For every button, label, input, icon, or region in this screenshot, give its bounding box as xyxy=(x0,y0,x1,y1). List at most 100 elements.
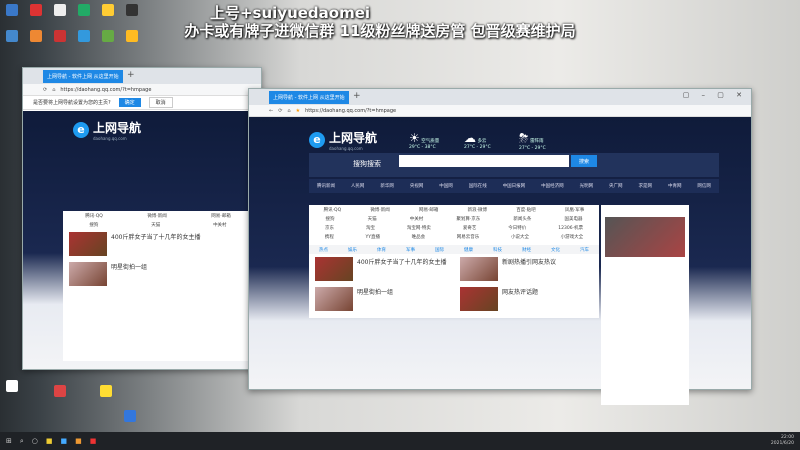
site-link[interactable]: 天猫 xyxy=(368,216,377,222)
site-link[interactable]: 国美电器 xyxy=(564,216,582,222)
subnav-link[interactable]: 央视网 xyxy=(410,183,424,189)
desktop-icon[interactable] xyxy=(6,4,18,16)
news-tab[interactable]: 科技 xyxy=(493,247,502,253)
subnav-link[interactable]: 网信网 xyxy=(697,183,711,189)
subnav-link[interactable]: 国际在线 xyxy=(469,183,487,189)
site-link[interactable]: 淘宝 xyxy=(366,225,375,231)
system-clock[interactable]: 22:00 2021/6/20 xyxy=(771,435,794,447)
desktop-icon[interactable] xyxy=(54,4,66,16)
site-link[interactable]: 百度·贴吧 xyxy=(516,207,535,213)
subnav-link[interactable]: 中国经济网 xyxy=(541,183,564,189)
cancel-button[interactable]: 取消 xyxy=(148,97,173,108)
site-logo[interactable]: e 上网导航 daohang.qq.com xyxy=(73,119,141,141)
site-link[interactable]: 携程 xyxy=(325,234,334,240)
new-tab-button[interactable]: + xyxy=(353,91,361,101)
site-link[interactable]: 新浪·微博 xyxy=(468,207,487,213)
site-logo[interactable]: e 上网导航 daohang.qq.com xyxy=(309,129,377,151)
address-bar[interactable]: https://daohang.qq.com/?t=hmpage xyxy=(305,108,396,114)
desktop-icon[interactable] xyxy=(54,30,66,42)
news-tab[interactable]: 财经 xyxy=(522,247,531,253)
site-link[interactable]: 今日特价 xyxy=(508,225,526,231)
weather-tomorrow[interactable]: ☁ 多云 27°C - 29°C xyxy=(464,131,491,150)
subnav-link[interactable]: 腾讯新闻 xyxy=(317,183,335,189)
desktop-icon[interactable] xyxy=(6,380,18,392)
subnav-link[interactable]: 光明网 xyxy=(580,183,594,189)
site-link[interactable]: 小游戏大全 xyxy=(561,234,584,240)
desktop-icon[interactable] xyxy=(78,4,90,16)
site-link[interactable]: 唯品会 xyxy=(412,234,426,240)
subnav-link[interactable]: 新华网 xyxy=(380,183,394,189)
news-tab[interactable]: 汽车 xyxy=(580,247,589,253)
desktop-icon[interactable] xyxy=(54,385,66,397)
site-link[interactable]: 爱奇艺 xyxy=(463,225,477,231)
site-link[interactable]: 凤凰·军事 xyxy=(565,207,584,213)
window-controls[interactable]: ▢ – ▢ ✕ xyxy=(683,91,747,99)
desktop-icon[interactable] xyxy=(102,30,114,42)
news-tab[interactable]: 国际 xyxy=(435,247,444,253)
news-item[interactable]: 网友热评话题 xyxy=(454,284,599,314)
browser-window-front[interactable]: 上网导航 - 软件上网 从这里开始 + ▢ – ▢ ✕ ← ⟳ ⌂ ★ https://da… xyxy=(248,88,752,405)
subnav-link[interactable]: 中国网 xyxy=(439,183,453,189)
news-tab[interactable]: 健康 xyxy=(464,247,473,253)
news-item[interactable]: 明星街拍一组 xyxy=(309,284,454,314)
site-link[interactable]: 微博·新闻 xyxy=(370,207,389,213)
desktop-icon[interactable] xyxy=(102,4,114,16)
news-item[interactable]: 新剧热播引网友热议 xyxy=(454,254,599,284)
site-link[interactable]: 网易·邮箱 xyxy=(419,207,438,213)
reload-icon[interactable]: ⟳ xyxy=(43,87,47,93)
desktop-icon[interactable] xyxy=(78,30,90,42)
browser-window-back[interactable]: 上网导航 - 软件上网 从这里开始 + ⟳ ⌂ https://daohang.qq.… xyxy=(22,67,262,370)
site-link[interactable]: 中关村 xyxy=(410,216,424,222)
back-icon[interactable]: ← xyxy=(269,108,273,114)
desktop-icon[interactable] xyxy=(100,385,112,397)
search-icon[interactable]: ⌕ xyxy=(20,437,24,446)
site-link[interactable]: 小说大全 xyxy=(511,234,529,240)
weather-today[interactable]: ☀ 空气质量 29°C - 38°C xyxy=(409,131,439,150)
address-bar[interactable]: https://daohang.qq.com/?t=hmpage xyxy=(60,87,151,93)
search-input[interactable] xyxy=(399,155,569,167)
news-item[interactable]: 400斤胖女子当了十几年的女主播 xyxy=(309,254,454,284)
search-button[interactable]: 搜索 xyxy=(571,155,597,167)
news-tab[interactable]: 体育 xyxy=(377,247,386,253)
featured-image[interactable] xyxy=(605,217,685,257)
subnav-link[interactable]: 人民网 xyxy=(351,183,365,189)
desktop-icon[interactable] xyxy=(30,30,42,42)
star-icon[interactable]: ★ xyxy=(296,108,300,114)
site-link[interactable]: 网易云音乐 xyxy=(457,234,480,240)
home-icon[interactable]: ⌂ xyxy=(52,87,55,93)
app-icon[interactable]: ■ xyxy=(90,437,97,445)
subnav-link[interactable]: 央广网 xyxy=(609,183,623,189)
subnav-link[interactable]: 中国日报网 xyxy=(503,183,526,189)
news-tab[interactable]: 娱乐 xyxy=(348,247,357,253)
site-link[interactable]: 新闻头条 xyxy=(513,216,531,222)
weather-day-after[interactable]: ⛈ 雷阵雨 27°C - 29°C xyxy=(519,131,546,151)
browser-tab[interactable]: 上网导航 - 软件上网 从这里开始 xyxy=(43,70,123,83)
desktop-icon[interactable] xyxy=(6,30,18,42)
desktop-icon[interactable] xyxy=(30,4,42,16)
site-link[interactable]: 淘宝网·特卖 xyxy=(407,225,431,231)
subnav-link[interactable]: 中青网 xyxy=(668,183,682,189)
site-link[interactable]: 搜狗 xyxy=(326,216,335,222)
file-explorer-icon[interactable]: ■ xyxy=(46,437,53,445)
search-engine-label[interactable]: 搜狗搜索 xyxy=(353,159,381,169)
news-tab[interactable]: 军事 xyxy=(406,247,415,253)
desktop-icon[interactable] xyxy=(126,4,138,16)
site-link[interactable]: 聚划算·京东 xyxy=(456,216,480,222)
site-link[interactable]: 12306·机票 xyxy=(558,225,583,231)
site-link[interactable]: 腾讯·QQ xyxy=(324,207,342,213)
browser-tab[interactable]: 上网导航 - 软件上网 从这里开始 xyxy=(269,91,349,104)
site-link[interactable]: YY直播 xyxy=(365,234,380,240)
site-link[interactable]: 京东 xyxy=(325,225,334,231)
desktop-icon[interactable] xyxy=(124,410,136,422)
reload-icon[interactable]: ⟳ xyxy=(278,108,282,114)
subnav-link[interactable]: 求是网 xyxy=(639,183,653,189)
task-view-icon[interactable]: ○ xyxy=(32,437,38,445)
new-tab-button[interactable]: + xyxy=(127,70,135,80)
app-icon[interactable]: ■ xyxy=(61,437,68,445)
app-icon[interactable]: ■ xyxy=(75,437,82,445)
news-tab[interactable]: 热点 xyxy=(319,247,328,253)
home-icon[interactable]: ⌂ xyxy=(287,108,290,114)
confirm-button[interactable]: 确定 xyxy=(118,98,141,107)
windows-start-icon[interactable]: ⊞ xyxy=(6,437,12,445)
news-tab[interactable]: 文化 xyxy=(551,247,560,253)
